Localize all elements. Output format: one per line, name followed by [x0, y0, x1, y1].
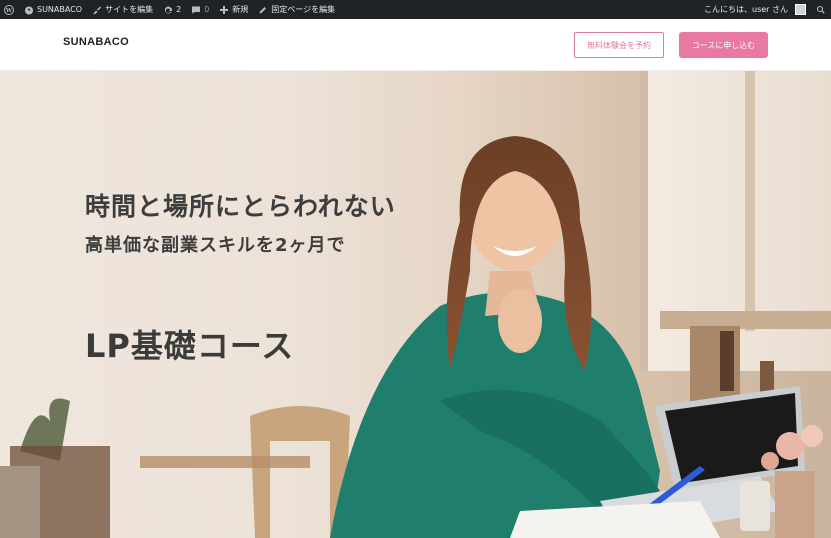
my-account-menu[interactable]: こんにちは、user さん	[699, 0, 811, 19]
site-name-menu[interactable]: SUNABACO	[19, 0, 87, 19]
customize-label: サイトを編集	[105, 5, 154, 14]
site-logo[interactable]: SUNABACO	[63, 36, 129, 48]
pencil-icon	[259, 6, 267, 13]
comments-menu[interactable]: 0	[186, 0, 214, 19]
hero-subtagline: 高単価な副業スキルを2ヶ月で	[85, 235, 346, 256]
wordpress-logo-icon[interactable]: W	[0, 0, 19, 19]
edit-page-label: 固定ページを編集	[271, 5, 336, 14]
comment-icon	[192, 6, 201, 14]
avatar	[795, 4, 806, 15]
updates-menu[interactable]: 2	[158, 0, 186, 19]
hero-tagline: 時間と場所にとらわれない	[85, 192, 396, 221]
free-trial-button[interactable]: 無料体験会を予約	[574, 32, 664, 58]
refresh-icon	[165, 6, 173, 13]
updates-count: 2	[176, 5, 182, 14]
site-header: SUNABACO 無料体験会を予約 コースに申し込む	[0, 19, 831, 71]
dashboard-icon	[25, 6, 34, 14]
edit-page-menu[interactable]: 固定ページを編集	[253, 0, 340, 19]
hero-course-title: LP基礎コース	[85, 327, 295, 365]
apply-course-button[interactable]: コースに申し込む	[679, 32, 768, 58]
admin-search[interactable]	[811, 0, 831, 19]
new-label: 新規	[232, 5, 249, 14]
customize-menu[interactable]: サイトを編集	[87, 0, 158, 19]
plus-icon	[220, 5, 229, 14]
new-content-menu[interactable]: 新規	[214, 0, 253, 19]
admin-bar: W SUNABACO サイトを編集 2 0 新規 固定ページを編集 こんにちは、	[0, 0, 831, 19]
brush-icon	[93, 6, 102, 14]
hero-photo	[0, 71, 831, 538]
search-icon	[816, 5, 825, 14]
greeting-label: こんにちは、user さん	[704, 5, 788, 14]
site-name-label: SUNABACO	[37, 5, 83, 14]
hero-section: 時間と場所にとらわれない 高単価な副業スキルを2ヶ月で LP基礎コース	[0, 71, 831, 538]
comments-count: 0	[204, 5, 210, 14]
svg-text:W: W	[5, 8, 13, 14]
